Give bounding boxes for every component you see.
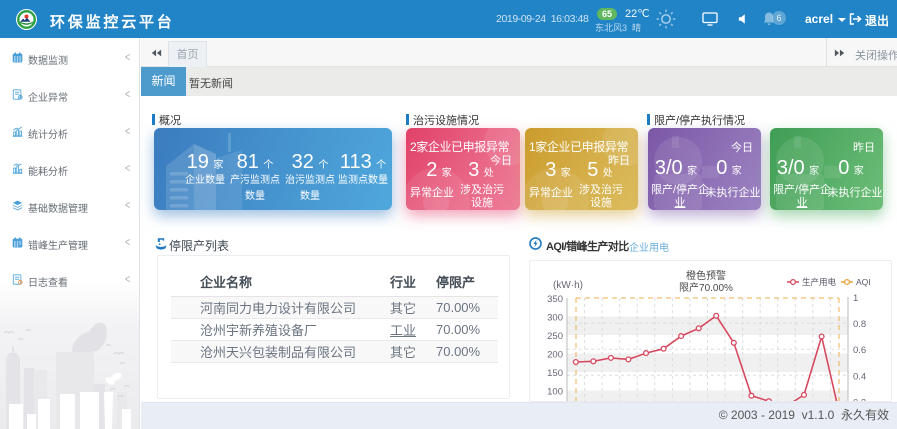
svg-text:150: 150: [547, 368, 563, 379]
svg-text:300: 300: [547, 313, 563, 324]
svg-text:250: 250: [547, 331, 563, 342]
svg-text:200: 200: [547, 350, 563, 361]
svg-text:0.8: 0.8: [853, 319, 866, 330]
svg-text:0.6: 0.6: [853, 345, 866, 356]
svg-text:350: 350: [547, 294, 563, 305]
svg-text:生产用电: 生产用电: [802, 277, 837, 287]
svg-text:橙色预警: 橙色预警: [686, 269, 726, 282]
svg-text:0.4: 0.4: [853, 371, 866, 382]
svg-text:限产70.00%: 限产70.00%: [679, 281, 733, 294]
svg-text:100: 100: [547, 387, 563, 398]
svg-text:AQI: AQI: [856, 277, 871, 287]
svg-text:(kW·h): (kW·h): [553, 280, 583, 291]
svg-text:1: 1: [853, 293, 858, 304]
